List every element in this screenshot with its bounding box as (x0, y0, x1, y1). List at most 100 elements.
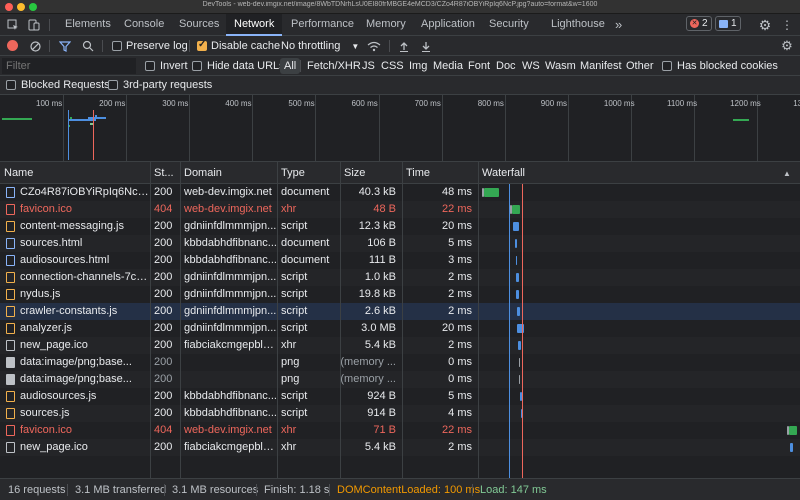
sort-ascending-icon[interactable]: ▲ (782, 167, 792, 179)
column-header-waterfall[interactable]: Waterfall (478, 162, 768, 184)
table-row[interactable]: new_page.ico 200 fiabciakcmgepblm... xhr 5.4… (0, 337, 800, 354)
filter-type-fetch-xhr[interactable]: Fetch/XHR (303, 58, 365, 74)
more-tabs-button[interactable]: » (615, 14, 622, 36)
column-header-type[interactable]: Type (277, 162, 340, 184)
clear-icon[interactable] (28, 39, 42, 53)
table-row[interactable]: content-messaging.js 200 gdniinfdlmmmjpn..… (0, 218, 800, 235)
column-divider[interactable] (402, 162, 403, 478)
column-header-status[interactable]: St... (150, 162, 180, 184)
table-row[interactable]: crawler-constants.js 200 gdniinfdlmmmjpn..… (0, 303, 800, 320)
hide-data-urls-checkbox[interactable] (192, 61, 202, 71)
filter-type-wasm[interactable]: Wasm (541, 58, 580, 74)
request-name: nydus.js (20, 288, 61, 300)
filter-type-other[interactable]: Other (622, 58, 658, 74)
request-time: 5 ms (448, 237, 472, 249)
request-status: 200 (154, 390, 173, 402)
window-titlebar: DevTools - web-dev.imgix.net/image/8WbTD… (0, 0, 800, 14)
filter-type-all[interactable]: All (280, 58, 301, 74)
table-row[interactable]: new_page.ico 200 fiabciakcmgepblm... xhr 5.4… (0, 439, 800, 456)
column-divider[interactable] (340, 162, 341, 478)
filter-type-css[interactable]: CSS (377, 58, 408, 74)
tab-console[interactable]: Console (124, 14, 164, 36)
import-har-icon[interactable] (397, 39, 411, 53)
divider (472, 484, 473, 496)
settings-gear-icon[interactable]: ⚙ (757, 17, 773, 33)
table-row[interactable]: analyzer.js 200 gdniinfdlmmmjpn... script 3.… (0, 320, 800, 337)
column-header-time[interactable]: Time (402, 162, 478, 184)
request-status: 200 (154, 237, 173, 249)
kebab-menu-icon[interactable]: ⋮ (781, 17, 793, 33)
table-row[interactable]: audiosources.html 200 kbbdabhdfibnanc... do… (0, 252, 800, 269)
export-har-icon[interactable] (419, 39, 433, 53)
messages-badge[interactable]: 1 (715, 16, 741, 31)
invert-checkbox[interactable] (145, 61, 155, 71)
record-button[interactable] (7, 40, 18, 51)
table-row[interactable]: audiosources.js 200 kbbdabhdfibnanc... scri… (0, 388, 800, 405)
network-conditions-icon[interactable] (366, 39, 382, 53)
tab-application[interactable]: Application (421, 14, 475, 36)
request-type: script (281, 407, 308, 419)
overview-gridline (315, 95, 317, 162)
filter-icon[interactable] (58, 39, 72, 53)
filter-type-doc[interactable]: Doc (492, 58, 520, 74)
tab-memory[interactable]: Memory (366, 14, 406, 36)
table-row[interactable]: data:image/png;base... 200 png (memory ... 0… (0, 371, 800, 388)
disable-cache-checkbox[interactable] (197, 39, 207, 51)
table-row[interactable]: sources.html 200 kbbdabhdfibnanc... documen… (0, 235, 800, 252)
errors-badge[interactable]: ✕ 2 (686, 16, 712, 31)
column-divider[interactable] (478, 162, 479, 478)
column-header-domain[interactable]: Domain (180, 162, 277, 184)
filter-type-media[interactable]: Media (429, 58, 467, 74)
column-divider[interactable] (150, 162, 151, 478)
throttling-select[interactable]: No throttling ▼ (281, 36, 359, 57)
request-name: analyzer.js (20, 322, 72, 334)
column-header-name[interactable]: Name (0, 162, 150, 184)
filter-type-js[interactable]: JS (358, 58, 379, 74)
script-file-icon (6, 408, 15, 419)
request-status: 200 (154, 288, 173, 300)
overview-tick-label: 1200 ms (730, 99, 761, 108)
has-blocked-cookies-checkbox[interactable] (662, 61, 672, 71)
column-divider[interactable] (180, 162, 181, 478)
preserve-log-checkbox[interactable] (112, 41, 122, 51)
overview-request-bar (88, 117, 106, 119)
search-icon[interactable] (81, 39, 95, 53)
filter-type-ws[interactable]: WS (518, 58, 544, 74)
request-time: 0 ms (448, 356, 472, 368)
table-row[interactable]: nydus.js 200 gdniinfdlmmmjpn... script 19.8 … (0, 286, 800, 303)
tab-lighthouse[interactable]: Lighthouse (551, 14, 605, 36)
tab-network[interactable]: Network (226, 14, 283, 36)
table-row[interactable]: CZo4R87iOBYiRpIq6NcP.j... 200 web-dev.imgi… (0, 184, 800, 201)
table-row[interactable]: sources.js 200 kbbdabhdfibnanc... script 914… (0, 405, 800, 422)
third-party-checkbox[interactable] (108, 80, 118, 90)
device-toolbar-icon[interactable] (27, 18, 41, 32)
filter-type-img[interactable]: Img (405, 58, 431, 74)
script-file-icon (6, 306, 15, 317)
throttling-value: No throttling (281, 40, 341, 52)
request-size: 111 B (368, 254, 396, 266)
request-name: favicon.ico (20, 203, 72, 215)
overview-gridline (63, 95, 64, 162)
tab-performance[interactable]: Performance (291, 14, 354, 36)
table-row[interactable]: connection-channels-7c26... 200 gdniinfdlm… (0, 269, 800, 286)
tab-elements[interactable]: Elements (65, 14, 111, 36)
column-divider[interactable] (277, 162, 278, 478)
table-row[interactable]: favicon.ico 404 web-dev.imgix.net xhr 48 B 22… (0, 201, 800, 218)
tab-security[interactable]: Security (489, 14, 529, 36)
timeline-overview[interactable]: 100 ms 200 ms 300 ms 400 ms 500 ms 600 ms 700 … (0, 95, 800, 162)
filter-type-manifest[interactable]: Manifest (576, 58, 626, 74)
request-size: 3.0 MB (361, 322, 396, 334)
inspect-element-icon[interactable] (6, 18, 20, 32)
request-type: script (281, 305, 308, 317)
waterfall-bar (484, 188, 499, 197)
tab-sources[interactable]: Sources (179, 14, 219, 36)
table-row[interactable]: data:image/png;base... 200 png (memory ... 0… (0, 354, 800, 371)
column-header-size[interactable]: Size (340, 162, 402, 184)
blocked-requests-checkbox[interactable] (6, 80, 16, 90)
filter-type-font[interactable]: Font (464, 58, 494, 74)
filter-input[interactable] (2, 58, 136, 74)
transferred-size: 3.1 MB transferred (75, 484, 167, 496)
network-settings-gear-icon[interactable]: ⚙ (780, 38, 794, 54)
table-row[interactable]: favicon.ico 404 web-dev.imgix.net xhr 71 B 22… (0, 422, 800, 439)
request-type: document (281, 237, 330, 249)
